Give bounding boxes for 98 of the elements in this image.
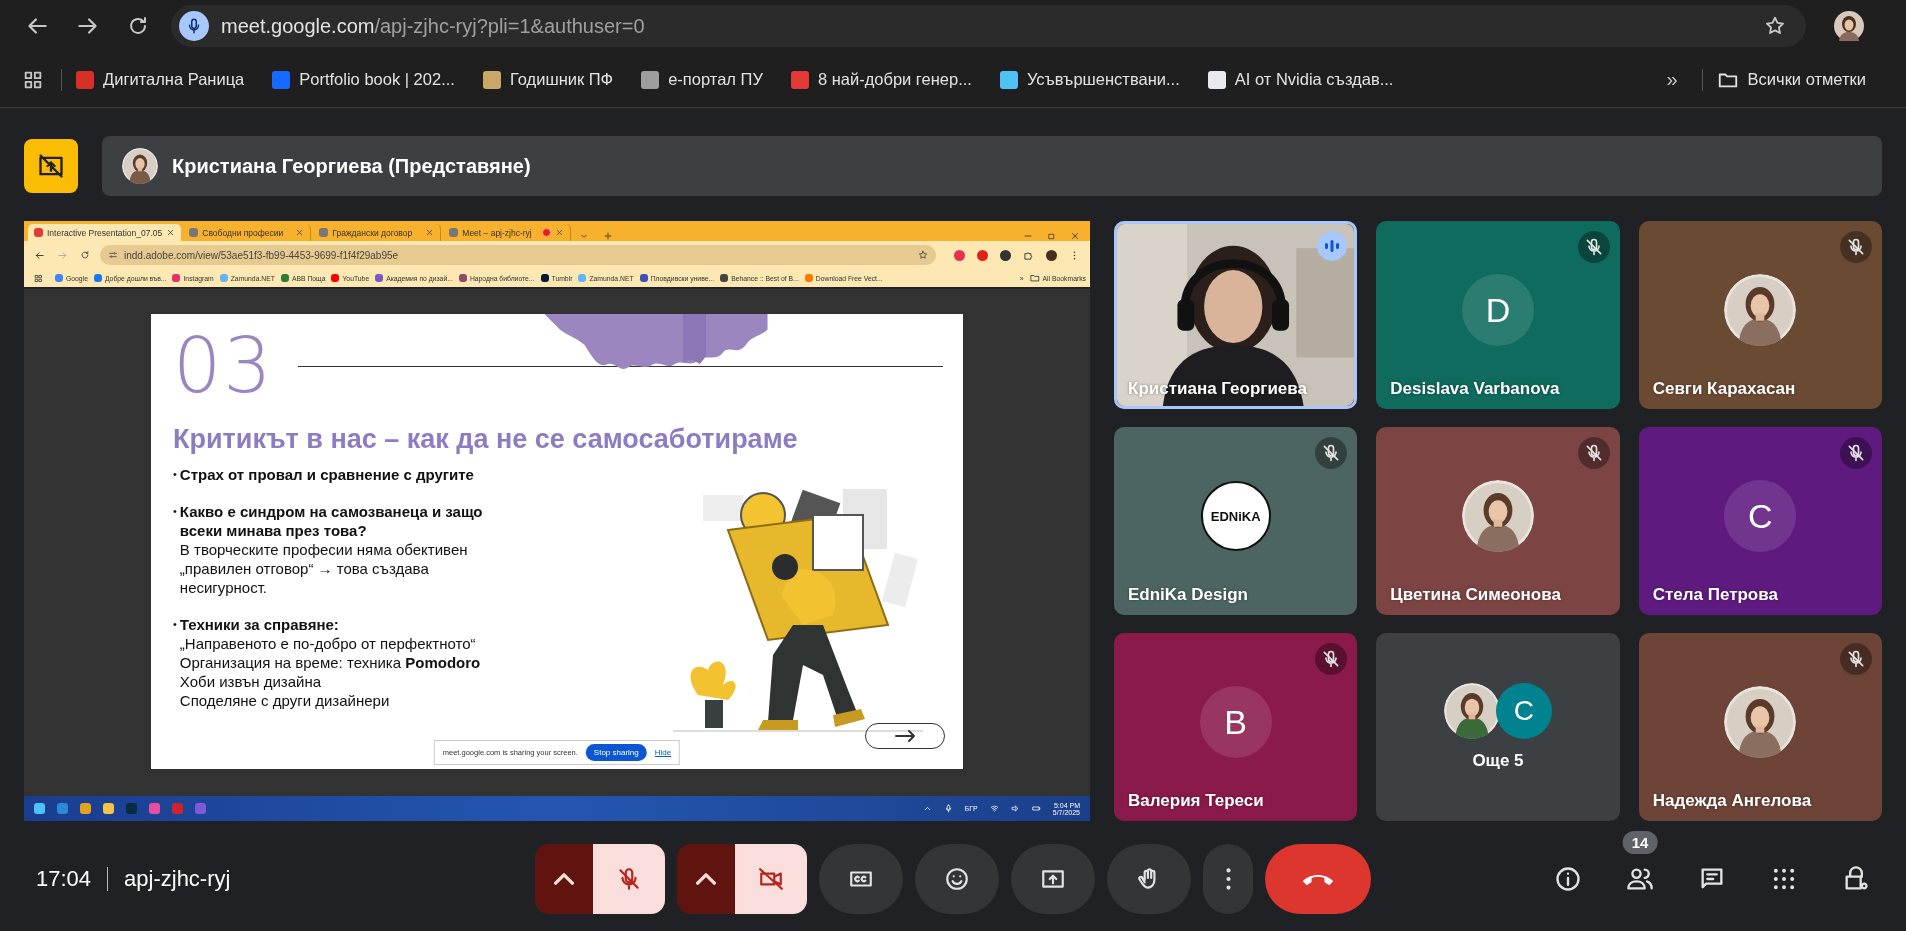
bookmark[interactable]: AI от Nvidia създав... <box>1207 70 1394 89</box>
presentation-button[interactable] <box>24 139 78 193</box>
close-icon[interactable] <box>425 228 435 237</box>
favicon-icon <box>189 228 199 237</box>
extensions-icon[interactable] <box>1023 249 1034 261</box>
bookmark[interactable]: Годишник ПФ <box>482 70 614 89</box>
clock-time: 17:04 <box>36 866 92 892</box>
close-icon[interactable] <box>166 228 176 237</box>
bullet-marker: • <box>173 617 177 632</box>
favicon-icon <box>57 803 68 814</box>
emoji-icon <box>944 866 970 892</box>
microphone-off-icon <box>1846 443 1866 463</box>
avatar: B <box>1199 686 1272 758</box>
caret-icon <box>696 873 716 885</box>
camera-off-icon <box>758 866 784 892</box>
participant-name: Цветина Симеонова <box>1390 585 1561 605</box>
bullet-heading: Техники за справяне: <box>179 615 340 634</box>
star-icon[interactable] <box>918 250 928 260</box>
favicon-icon <box>80 803 91 814</box>
bullet-marker: • <box>173 504 177 519</box>
favicon-icon <box>34 803 45 814</box>
favicon-icon <box>34 228 43 237</box>
address-bar[interactable]: indd.adobe.com/view/53ae51f3-fb99-4453-9699-f1f4f29ab95e <box>100 245 936 265</box>
microphone-off-icon <box>1846 237 1866 257</box>
video-options-button[interactable] <box>677 844 735 914</box>
favicon-icon <box>319 228 329 237</box>
bullet-marker: • <box>173 467 177 482</box>
participant-name: Валерия Тереси <box>1128 791 1264 811</box>
favicon-icon <box>149 803 160 814</box>
url-text: meet.google.com/apj-zjhc-ryj?pli=1&authuser=0 <box>221 14 645 38</box>
meeting-code: apj-zjhc-ryj <box>124 866 231 892</box>
battery-icon[interactable] <box>1031 804 1041 813</box>
bookmark[interactable]: е-портал ПУ <box>641 70 763 89</box>
voice-search-button[interactable] <box>179 11 209 41</box>
bullet-text: Организация на време: техника Pomodoro <box>179 653 481 672</box>
bullet-text: „Направеното е по-добро от перфектното“ <box>179 634 477 653</box>
participant-name: Севги Карахасан <box>1652 379 1796 399</box>
bullet-text: В творческите професии няма обективен „правилен отговор“ → това създава несигурност. <box>179 540 469 597</box>
favicon-icon <box>103 803 114 814</box>
avatar: C <box>1724 480 1797 552</box>
bookmark[interactable]: Усъвършенствани... <box>999 70 1180 89</box>
microphone-off-icon <box>1846 649 1866 669</box>
bullet-text: Хоби извън дизайна <box>179 672 323 691</box>
maximize-icon[interactable] <box>1047 232 1056 241</box>
reload-icon[interactable] <box>80 250 90 260</box>
avatar: C <box>1496 683 1552 739</box>
phone-icon <box>1302 872 1334 886</box>
speaker-icon[interactable] <box>1010 804 1020 813</box>
bookmark[interactable]: Дигитална Раница <box>76 70 245 89</box>
favicon-icon <box>172 803 183 814</box>
site-settings-icon <box>108 250 118 260</box>
browser-tab[interactable]: Interactive Presentation_07.05 <box>28 224 182 241</box>
bullet-text: Споделяне с други дизайнери <box>179 691 391 710</box>
more-participants-label[interactable]: Още 5 <box>1472 751 1524 771</box>
back-icon[interactable] <box>34 249 45 261</box>
star-icon[interactable] <box>1764 15 1786 37</box>
avatar: D <box>1462 274 1534 346</box>
microphone-off-icon <box>616 866 642 892</box>
bullet-heading: Страх от провал и сравнение с другите <box>179 465 474 484</box>
caret-icon <box>554 873 574 885</box>
participant-name: EdniKa Design <box>1128 585 1248 605</box>
participant-name: Стела Петрова <box>1652 585 1778 605</box>
participant-name: Desislava Varbanova <box>1390 379 1560 399</box>
info-icon[interactable] <box>1554 865 1582 893</box>
profile-avatar[interactable] <box>1834 11 1864 41</box>
profile-avatar[interactable] <box>1046 249 1057 261</box>
hide-link[interactable]: Hide <box>654 748 672 757</box>
extension-icon[interactable] <box>1000 249 1011 261</box>
close-icon[interactable] <box>295 228 305 237</box>
bookmark[interactable]: Portfolio book | 202... <box>272 70 455 89</box>
favicon-icon <box>195 803 206 814</box>
more-icon <box>1225 868 1231 890</box>
participant-count-badge: 14 <box>1622 831 1658 854</box>
more-bookmarks-button[interactable]: » <box>1666 68 1678 91</box>
chevron-icon[interactable] <box>922 804 932 813</box>
slide-title: Критикът в нас – как да не се самосаботираме <box>173 424 799 455</box>
bookmark[interactable]: 8 най-добри генер... <box>790 70 972 89</box>
wifi-icon[interactable] <box>989 804 999 813</box>
presentation-off-icon <box>37 152 65 180</box>
microphone-icon[interactable] <box>943 804 953 813</box>
microphone-button[interactable] <box>593 844 665 914</box>
stop-sharing-button[interactable]: Stop sharing <box>585 744 647 761</box>
presenter-name: Кристиана Георгиева (Представяне) <box>172 154 531 178</box>
camera-button[interactable] <box>735 844 807 914</box>
bullet-heading: Какво е синдром на самозванеца и защо всеки минава през това? <box>179 502 484 540</box>
favicon-icon <box>449 228 459 237</box>
apps-icon[interactable] <box>34 273 43 283</box>
address-bar[interactable]: meet.google.com/apj-zjhc-ryj?pli=1&authuser=0 <box>171 5 1806 47</box>
all-bookmarks-button[interactable]: Всички отметки <box>1716 68 1866 91</box>
slide-number: 03 <box>173 326 274 406</box>
close-icon[interactable] <box>1070 231 1080 241</box>
new-tab-icon[interactable] <box>603 231 614 241</box>
logo: EDNiKA <box>1200 481 1271 551</box>
participant-name: Надежда Ангелова <box>1652 791 1812 811</box>
audio-options-button[interactable] <box>535 844 593 914</box>
folder-icon <box>1029 273 1040 283</box>
close-icon[interactable] <box>555 228 565 237</box>
favicon-icon <box>126 803 137 814</box>
